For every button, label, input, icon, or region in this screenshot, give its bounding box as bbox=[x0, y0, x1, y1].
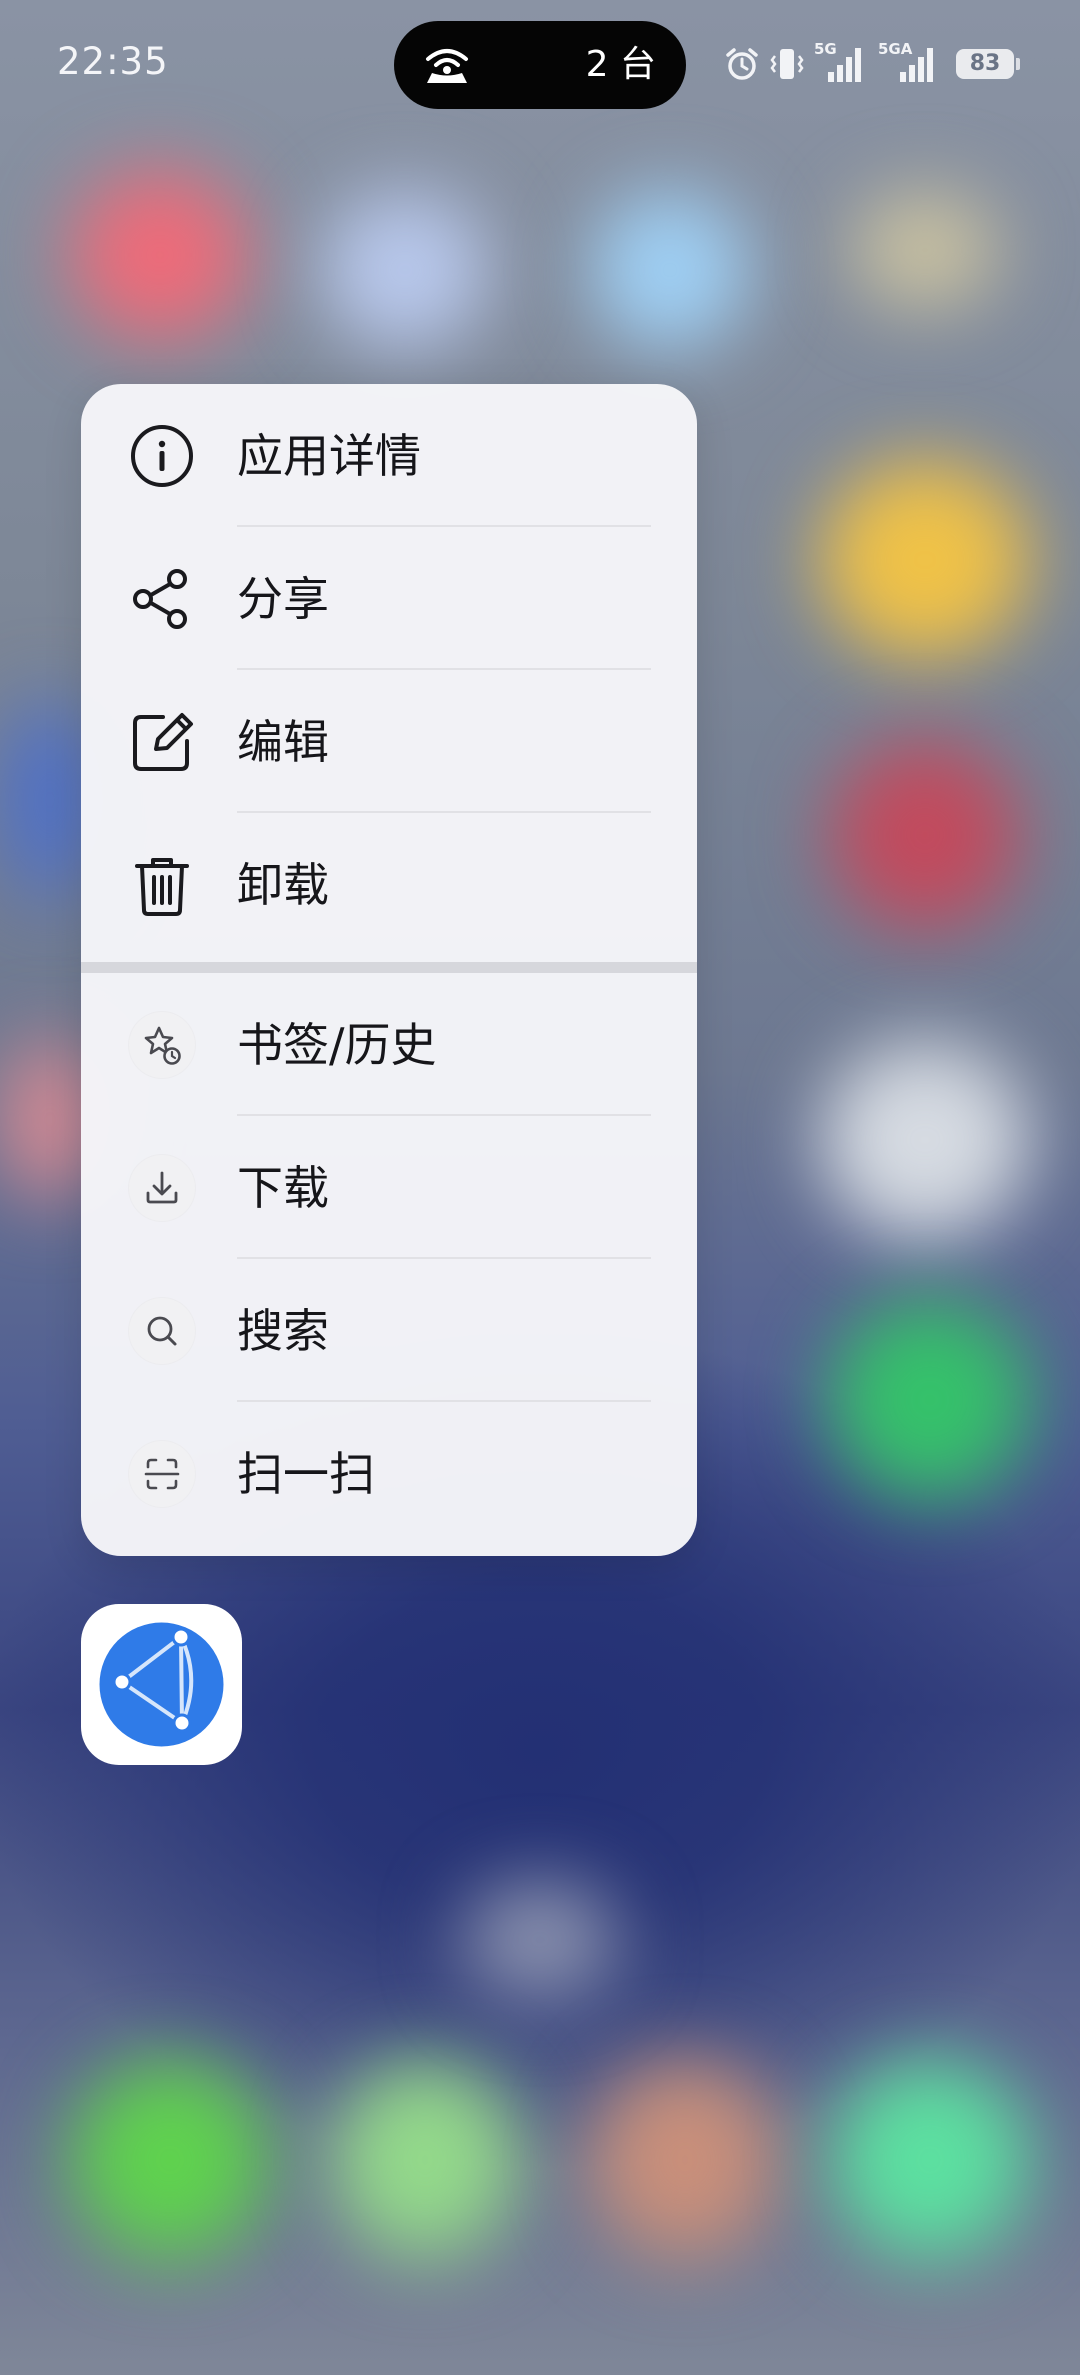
status-bar: 22:35 2 台 5G 5GA 83 bbox=[0, 0, 1080, 130]
info-icon bbox=[131, 425, 193, 487]
menu-item-label: 卸载 bbox=[237, 858, 329, 912]
app-blur-red bbox=[70, 170, 250, 340]
menu-item-label: 搜索 bbox=[237, 1304, 329, 1358]
dynamic-island[interactable]: 2 台 bbox=[394, 21, 686, 109]
edit-icon bbox=[133, 713, 193, 771]
menu-item-label: 书签/历史 bbox=[237, 1018, 437, 1072]
menu-item-download[interactable]: 下载 bbox=[81, 1116, 697, 1259]
app-context-menu: 应用详情 分享 编辑 卸载 书签/历史 下载 搜索 扫一扫 bbox=[81, 384, 697, 1556]
status-icons: 5G 5GA 83 bbox=[724, 40, 1020, 84]
bookmark-history-icon bbox=[144, 1026, 181, 1065]
menu-item-label: 下载 bbox=[237, 1161, 329, 1215]
app-blur-yellow-top bbox=[850, 190, 1000, 310]
status-time: 22:35 bbox=[57, 40, 169, 83]
trash-icon bbox=[135, 858, 189, 916]
app-blur-blue bbox=[320, 190, 490, 350]
app-blur-lightblue bbox=[590, 190, 750, 350]
menu-item-label: 分享 bbox=[237, 572, 329, 626]
battery-icon: 83 bbox=[956, 49, 1020, 79]
browser-globe-icon bbox=[99, 1622, 224, 1747]
download-icon bbox=[146, 1171, 178, 1204]
app-blur-green-right bbox=[830, 1300, 1030, 1500]
signal-icon bbox=[828, 48, 861, 82]
hotspot-device-count: 2 台 bbox=[585, 44, 656, 85]
shortcut-icon-bg bbox=[129, 1298, 195, 1364]
app-blur-dock-mint bbox=[830, 2060, 1030, 2260]
menu-item-share[interactable]: 分享 bbox=[81, 527, 697, 670]
menu-item-bookmarks-history[interactable]: 书签/历史 bbox=[81, 973, 697, 1116]
app-blur-yellow bbox=[820, 460, 1030, 660]
app-blur-dock-green bbox=[70, 2060, 270, 2260]
app-blur-white bbox=[820, 1040, 1030, 1240]
menu-item-label: 编辑 bbox=[237, 715, 329, 769]
browser-app-icon[interactable] bbox=[81, 1604, 242, 1765]
menu-item-label: 应用详情 bbox=[237, 429, 421, 483]
menu-item-label: 扫一扫 bbox=[237, 1447, 375, 1501]
menu-item-scan[interactable]: 扫一扫 bbox=[81, 1402, 697, 1545]
menu-group-separator bbox=[81, 962, 697, 973]
app-blur-crimson bbox=[830, 740, 1020, 930]
signal-icon bbox=[900, 48, 933, 82]
hotspot-icon bbox=[426, 49, 468, 83]
menu-item-uninstall[interactable]: 卸载 bbox=[81, 813, 697, 956]
alarm-icon bbox=[726, 48, 758, 80]
vibrate-icon bbox=[770, 49, 804, 79]
search-icon bbox=[147, 1316, 177, 1346]
shortcut-icon-bg bbox=[129, 1012, 195, 1078]
signal-5ga: 5GA bbox=[878, 40, 934, 84]
shortcut-icon-bg bbox=[129, 1155, 195, 1221]
share-icon bbox=[133, 569, 187, 629]
shortcut-icon-bg bbox=[129, 1441, 195, 1507]
signal-5g: 5G bbox=[814, 40, 862, 84]
scan-icon bbox=[144, 1458, 180, 1490]
menu-item-edit[interactable]: 编辑 bbox=[81, 670, 697, 813]
menu-item-search[interactable]: 搜索 bbox=[81, 1259, 697, 1402]
app-blur-dock-orange bbox=[590, 2060, 780, 2260]
menu-item-app-details[interactable]: 应用详情 bbox=[81, 384, 697, 527]
app-blur-dock-lightgreen bbox=[330, 2060, 520, 2260]
app-blur-gray-mid bbox=[460, 1880, 620, 2000]
